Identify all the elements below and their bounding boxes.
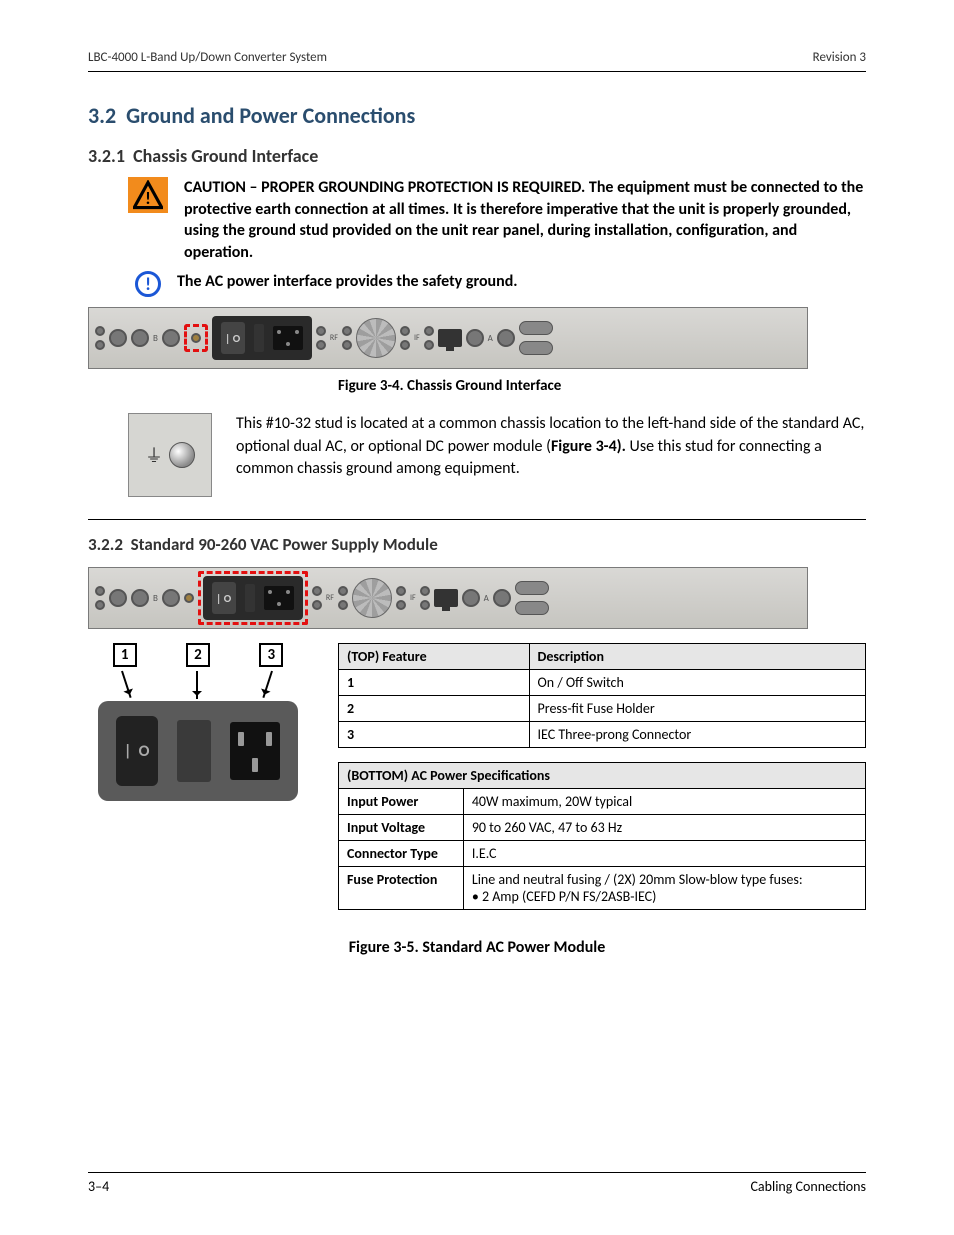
psu-closeup-photo: | O	[98, 701, 298, 801]
fuse-holder-icon	[177, 720, 211, 782]
callout-label-2: 2	[186, 643, 210, 667]
callout-label-3: 3	[259, 643, 283, 667]
rocker-switch-icon: | O	[116, 716, 158, 786]
svg-text:!: !	[145, 187, 151, 209]
feature-table: (TOP) FeatureDescription 1On / Off Switc…	[338, 643, 866, 748]
section-3-2-1-heading: 3.2.1 Chassis Ground Interface	[88, 145, 866, 167]
db9-connector	[519, 341, 553, 355]
caution-text: CAUTION – PROPER GROUNDING PROTECTION IS…	[184, 177, 866, 263]
table-row: 1On / Off Switch	[339, 670, 866, 696]
fan-icon	[356, 318, 396, 358]
callout-label-1: 1	[113, 643, 137, 667]
psu-module: | O	[212, 316, 312, 360]
db9-connector	[519, 321, 553, 335]
section-divider	[88, 519, 866, 520]
info-block: ! The AC power interface provides the sa…	[128, 271, 866, 297]
footer-page-number: 3–4	[88, 1178, 109, 1195]
table-row: Connector TypeI.E.C	[339, 841, 866, 867]
figure-3-4-rear-panel: B | O RF IF A	[88, 307, 808, 369]
table-row: 3IEC Three-prong Connector	[339, 722, 866, 748]
footer-section: Cabling Connections	[750, 1178, 866, 1195]
spec-tables: (TOP) FeatureDescription 1On / Off Switc…	[338, 643, 866, 924]
footer-rule	[88, 1172, 866, 1173]
section-3-2-heading: 3.2 Ground and Power Connections	[88, 102, 866, 129]
ground-stud-photo: ⏚	[128, 413, 212, 497]
ac-spec-table: (BOTTOM) AC Power Specifications Input P…	[338, 762, 866, 910]
ethernet-port-icon	[438, 329, 462, 347]
section-3-2-2-heading: 3.2.2 Standard 90-260 VAC Power Supply M…	[88, 534, 866, 555]
power-switch: | O	[221, 322, 245, 354]
info-circle-icon: !	[135, 271, 161, 297]
figure-3-4-caption: Figure 3-4. Chassis Ground Interface	[338, 377, 866, 395]
stud-description-row: ⏚ This #10-32 stud is located at a commo…	[128, 413, 866, 497]
caution-triangle-icon: !	[128, 177, 168, 213]
table-row: 2Press-fit Fuse Holder	[339, 696, 866, 722]
psu-detail-row: 1 2 3 | O (TOP) FeatureDesc	[88, 643, 866, 924]
psu-callout-diagram: 1 2 3 | O	[88, 643, 308, 801]
header-rule	[88, 71, 866, 72]
ground-symbol-icon: ⏚	[145, 442, 163, 468]
stud-bolt-icon	[169, 442, 195, 468]
page-header: LBC-4000 L-Band Up/Down Converter System…	[88, 50, 866, 65]
table-row: Fuse ProtectionLine and neutral fusing /…	[339, 867, 866, 910]
header-revision: Revision 3	[813, 50, 866, 65]
figure-3-5-rear-panel: B | O RF IF A	[88, 567, 808, 629]
ground-stud-highlight	[184, 324, 208, 352]
info-text: The AC power interface provides the safe…	[177, 271, 518, 293]
header-product: LBC-4000 L-Band Up/Down Converter System	[88, 50, 327, 65]
iec-connector	[273, 326, 303, 350]
page-footer: 3–4 Cabling Connections	[88, 1178, 866, 1195]
table-row: Input Power40W maximum, 20W typical	[339, 789, 866, 815]
table-row: Input Voltage90 to 260 VAC, 47 to 63 Hz	[339, 815, 866, 841]
figure-3-5-caption: Figure 3-5. Standard AC Power Module	[88, 938, 866, 957]
stud-paragraph: This #10-32 stud is located at a common …	[236, 413, 866, 480]
iec-connector-icon	[230, 722, 280, 780]
psu-highlight: | O	[198, 571, 308, 625]
caution-block: ! CAUTION – PROPER GROUNDING PROTECTION …	[128, 177, 866, 263]
